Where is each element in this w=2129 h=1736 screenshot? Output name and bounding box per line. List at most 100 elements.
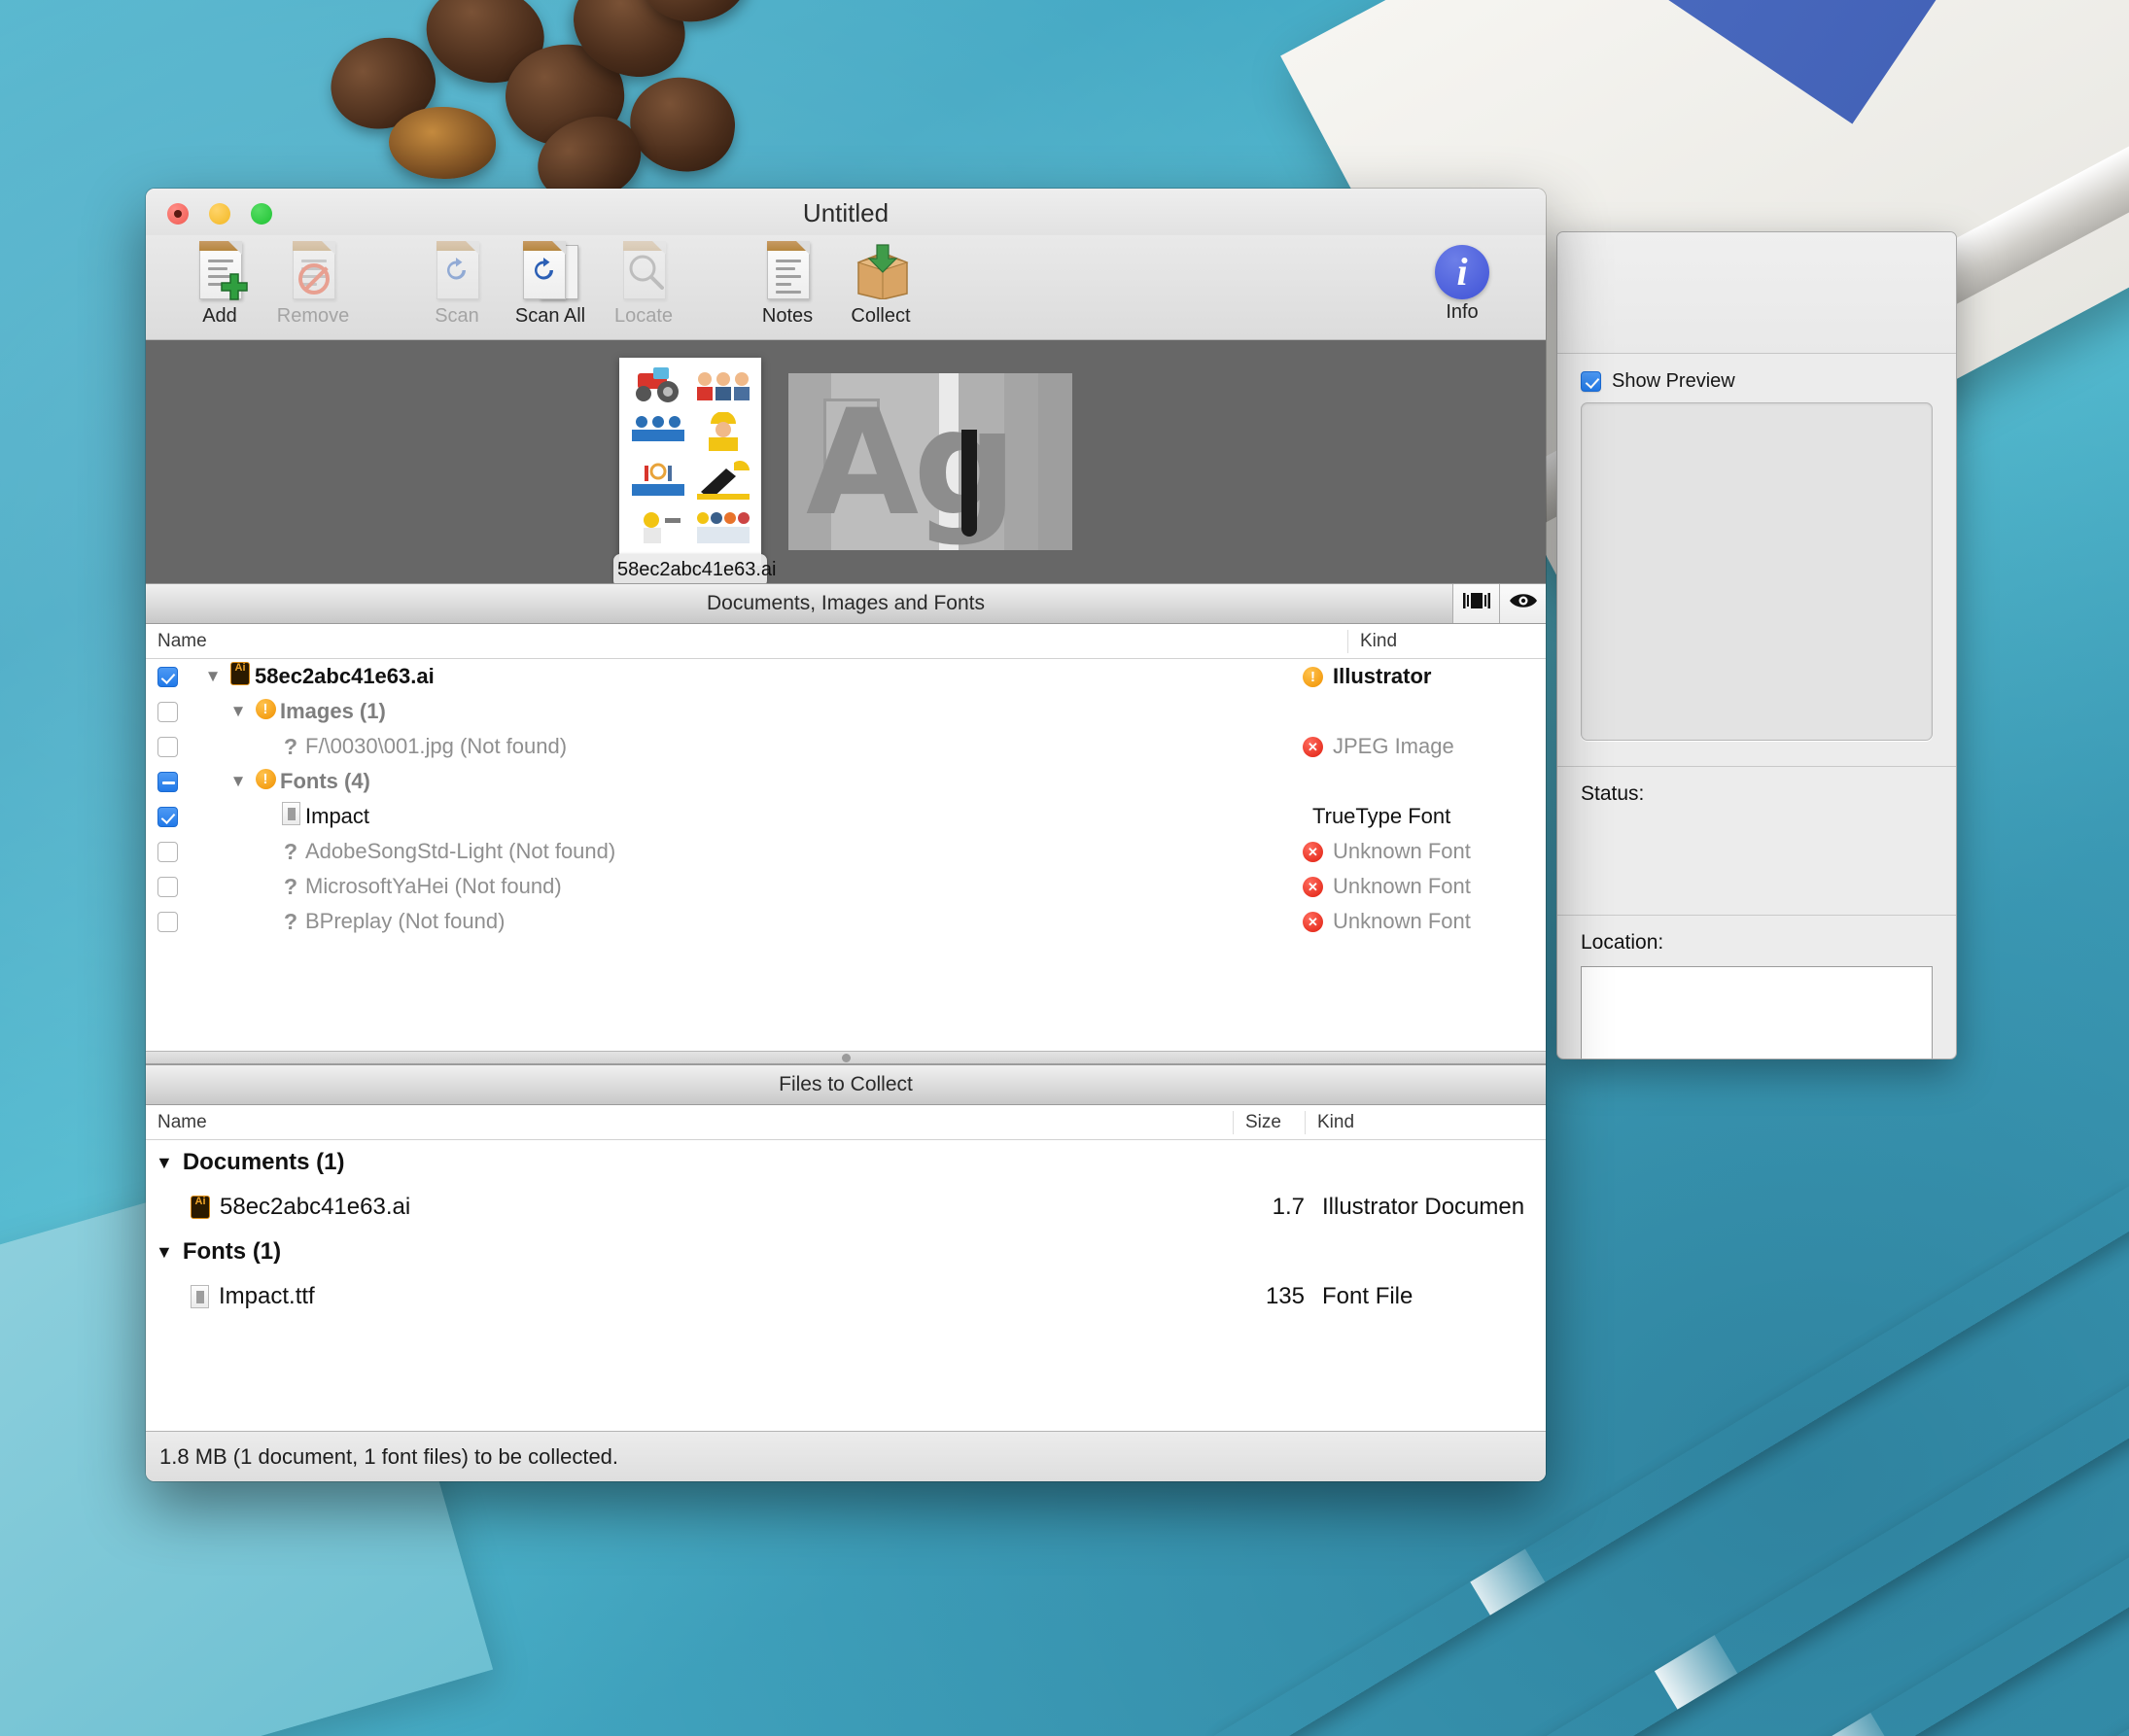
row-name: MicrosoftYaHei (Not found) [305,874,1303,899]
row-kind: Illustrator Documen [1305,1194,1546,1221]
font-preview-bar [961,430,977,537]
disclosure-down-icon[interactable]: ▼ [156,1153,173,1173]
collect-header-size[interactable]: Size [1233,1111,1305,1134]
tree-header-kind[interactable]: Kind [1347,630,1546,653]
row-checkbox[interactable] [157,772,178,792]
toolbar-remove-label: Remove [277,305,349,328]
notes-document-icon [756,239,819,303]
row-checkbox-cell[interactable] [146,912,189,932]
table-row[interactable]: ? MicrosoftYaHei (Not found) Unknown Fon… [146,869,1546,904]
toolbar-notes-label: Notes [762,305,813,328]
row-checkbox[interactable] [157,912,178,932]
preview-strip: 58ec2abc41e63.ai Ag [146,340,1546,583]
row-kind-label: JPEG Image [1333,734,1454,759]
toggle-preview-button[interactable] [1499,584,1546,623]
row-checkbox-cell[interactable] [146,772,189,792]
toolbar-locate-label: Locate [614,305,673,328]
row-checkbox[interactable] [157,702,178,722]
toolbar-scan-all-label: Scan All [515,305,585,328]
table-row[interactable]: Impact TrueType Font [146,799,1546,834]
row-kind-label: Illustrator [1333,664,1431,689]
error-icon [1303,737,1323,757]
row-kind: JPEG Image [1303,734,1546,759]
table-row[interactable]: ▼ Fonts (4) [146,764,1546,799]
tree-section-header: Documents, Images and Fonts [146,583,1546,624]
document-thumbnail[interactable]: 58ec2abc41e63.ai [619,358,761,566]
show-preview-checkbox-row[interactable]: Show Preview [1581,370,1933,393]
list-item[interactable]: ▼ Documents (1) [146,1140,1546,1185]
location-field[interactable] [1581,966,1933,1059]
toolbar-add-button[interactable]: Add [173,239,266,328]
collect-column-headers: Name Size Kind [146,1105,1546,1140]
font-file-icon [191,1285,209,1308]
toolbar-scan-all-button[interactable]: Scan All [504,239,597,328]
row-checkbox-cell[interactable] [146,737,189,757]
files-to-collect-list[interactable]: ▼ Documents (1) 58ec2abc41e63.ai 1.7 Ill… [146,1140,1546,1431]
toolbar: Add Remove Scan [146,235,1546,340]
toolbar-notes-button[interactable]: Notes [741,239,834,328]
row-name: Impact.ttf [219,1283,315,1310]
row-name: BPreplay (Not found) [305,909,1303,934]
toolbar-remove-button[interactable]: Remove [266,239,360,328]
row-checkbox[interactable] [157,807,178,827]
row-checkbox[interactable] [157,842,178,862]
row-checkbox[interactable] [157,877,178,897]
thumbnail-caption: 58ec2abc41e63.ai [613,554,767,587]
table-row[interactable]: ? AdobeSongStd-Light (Not found) Unknown… [146,834,1546,869]
row-checkbox[interactable] [157,737,178,757]
toolbar-scan-button[interactable]: Scan [410,239,504,328]
magnifier-locate-icon [612,239,675,303]
list-item[interactable]: 58ec2abc41e63.ai 1.7 Illustrator Documen [146,1185,1546,1230]
font-preview-thumbnail[interactable]: Ag [788,373,1072,550]
row-kind-label: Unknown Font [1333,874,1471,899]
show-preview-label: Show Preview [1612,370,1735,393]
toolbar-add-label: Add [202,305,237,328]
row-checkbox-cell[interactable] [146,877,189,897]
tree-header-name[interactable]: Name [146,630,1347,653]
document-add-icon [189,239,251,303]
warning-icon [251,699,280,725]
row-size: 135 [1233,1283,1305,1310]
preview-size-icon [1462,591,1491,616]
row-checkbox-cell[interactable] [146,702,189,722]
status-value [1557,806,1956,899]
preview-size-button[interactable] [1452,584,1499,623]
table-row[interactable]: ? BPreplay (Not found) Unknown Font [146,904,1546,939]
ai-file-icon [191,1196,210,1219]
table-row[interactable]: ? F/\0030\001.jpg (Not found) JPEG Image [146,729,1546,764]
info-preview-section: Show Preview [1557,354,1956,750]
disclosure-down-icon[interactable]: ▼ [156,1242,173,1263]
list-item[interactable]: Impact.ttf 135 Font File [146,1274,1546,1319]
collect-section-header: Files to Collect [146,1064,1546,1105]
toolbar-info-button[interactable]: i Info [1415,241,1509,324]
info-circle-icon: i [1435,245,1489,299]
table-row[interactable]: ▼ 58ec2abc41e63.ai Illustrator [146,659,1546,694]
disclosure-triangle-icon[interactable]: ▼ [226,702,251,721]
row-name: Impact [305,804,1303,829]
panel-splitter[interactable] [146,1051,1546,1064]
row-checkbox-cell[interactable] [146,842,189,862]
list-item[interactable]: ▼ Fonts (1) [146,1230,1546,1274]
warning-icon [1303,667,1323,687]
font-file-icon [276,802,305,831]
question-icon: ? [276,909,305,935]
show-preview-checkbox[interactable] [1581,371,1601,392]
collect-section-title: Files to Collect [779,1073,913,1096]
collect-header-kind[interactable]: Kind [1305,1111,1546,1134]
toolbar-locate-button[interactable]: Locate [597,239,690,328]
toolbar-collect-label: Collect [851,305,910,328]
toolbar-collect-button[interactable]: Collect [834,239,927,328]
disclosure-triangle-icon[interactable]: ▼ [226,772,251,791]
row-checkbox[interactable] [157,667,178,687]
collect-header-name[interactable]: Name [146,1111,1233,1134]
row-kind: Unknown Font [1303,874,1546,899]
row-kind: Unknown Font [1303,909,1546,934]
row-checkbox-cell[interactable] [146,667,189,687]
error-icon [1303,912,1323,932]
splitter-knob[interactable] [842,1054,851,1062]
table-row[interactable]: ▼ Images (1) [146,694,1546,729]
toolbar-info-label: Info [1415,301,1509,324]
disclosure-triangle-icon[interactable]: ▼ [200,667,226,686]
file-tree[interactable]: ▼ 58ec2abc41e63.ai Illustrator ▼ Images … [146,659,1546,1051]
row-checkbox-cell[interactable] [146,807,189,827]
